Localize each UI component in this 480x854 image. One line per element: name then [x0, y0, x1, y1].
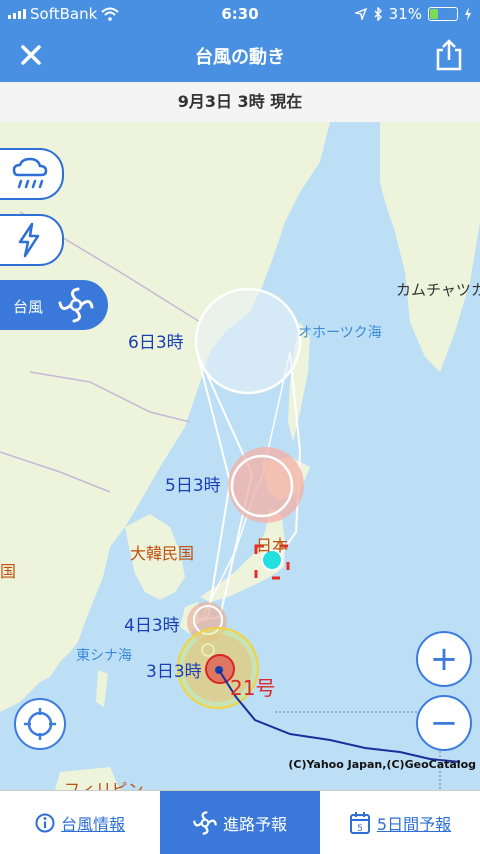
tab-typhoon-info-label: 台風情報 [60, 814, 125, 834]
zoom-in-button[interactable]: + [416, 631, 472, 687]
forecast-circle-6d [194, 287, 302, 395]
label-china-fragment: 国 [0, 562, 17, 581]
label-korea: 大韓民国 [130, 544, 195, 563]
label-east-china-sea: 東シナ海 [76, 648, 132, 664]
plus-icon: + [429, 639, 459, 679]
typhoon-map[interactable]: カムチャツカ オホーツク海 日本 大韓民国 国 東シナ海 フィリピン 6日3時 … [0, 122, 480, 790]
forecast-label-6d: 6日3時 [128, 333, 184, 353]
forecast-label-5d: 5日3時 [165, 476, 221, 496]
tab-track-forecast[interactable]: 進路予報 [160, 791, 320, 854]
locate-me-button[interactable] [14, 698, 66, 750]
typhoon-layer-label: 台風 [13, 298, 44, 316]
label-kamchatka: カムチャツカ [396, 281, 480, 299]
typhoon-name-label: 21号 [230, 676, 276, 700]
battery-icon [428, 7, 458, 21]
tab-5day-forecast[interactable]: 5 5日間予報 [320, 791, 480, 854]
location-arrow-icon [354, 8, 367, 20]
tab-typhoon-info[interactable]: 台風情報 [0, 791, 160, 854]
share-icon[interactable] [434, 38, 464, 72]
rain-layer-button[interactable] [0, 148, 64, 200]
label-japan: 日本 [256, 536, 289, 555]
current-time-banner: 9月3日 3時 現在 [0, 82, 480, 123]
label-okhotsk-sea: オホーツク海 [298, 325, 382, 341]
status-bar: SoftBank 6:30 31% [0, 0, 480, 28]
bluetooth-icon [374, 7, 382, 21]
typhoon-icon [58, 287, 94, 323]
map-copyright: (C)Yahoo Japan,(C)GeoCatalog [288, 758, 476, 771]
crosshair-icon [24, 708, 56, 740]
page-title: 台風の動き [195, 47, 285, 68]
minus-icon: − [429, 703, 459, 743]
zoom-out-button[interactable]: − [416, 695, 472, 751]
lightning-icon [18, 222, 40, 258]
tab-5day-forecast-label: 5日間予報 [376, 814, 452, 834]
forecast-label-4d: 4日3時 [124, 616, 180, 636]
lightning-layer-button[interactable] [0, 214, 64, 266]
rain-cloud-icon [12, 157, 48, 189]
typhoon-icon [193, 810, 217, 835]
nav-bar: 台風の動き [0, 28, 480, 82]
typhoon-layer-button[interactable]: 台風 [0, 280, 108, 330]
charging-icon [465, 7, 471, 21]
tab-track-forecast-label: 進路予報 [222, 814, 287, 834]
calendar-icon: 5 [349, 811, 370, 834]
info-icon [35, 813, 55, 832]
battery-percent: 31% [388, 5, 422, 23]
tab-bar: 台風情報 進路予報 5 5日間予報 [0, 790, 480, 854]
label-philippines: フィリピン [64, 780, 144, 790]
calendar-day: 5 [357, 824, 363, 834]
forecast-label-3d: 3日3時 [146, 662, 202, 682]
